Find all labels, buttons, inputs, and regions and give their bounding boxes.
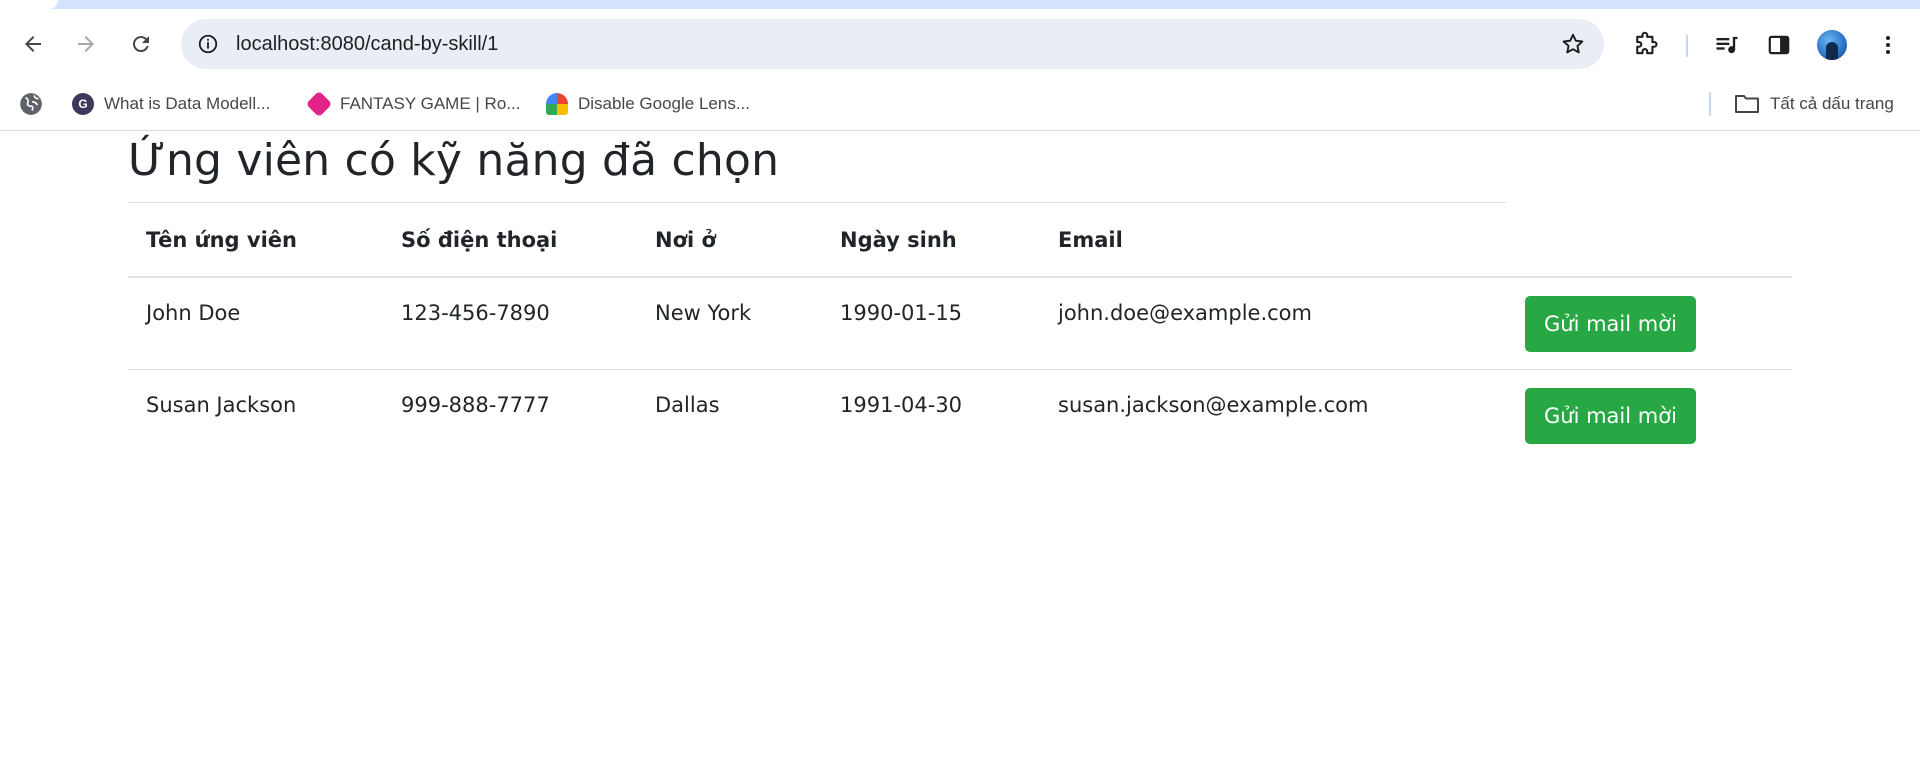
browser-toolbar — [0, 9, 1920, 79]
table-header-row: Tên ứng viên Số điện thoại Nơi ở Ngày si… — [128, 202, 1792, 278]
bookmark-star-button[interactable] — [1560, 31, 1586, 57]
reload-icon — [132, 36, 149, 53]
side-panel-button[interactable] — [1764, 30, 1794, 60]
fantasy-game-favicon-icon — [305, 90, 333, 118]
bookmark-item[interactable]: Disable Google Lens... — [546, 89, 750, 119]
send-invite-button[interactable]: Gửi mail mời — [1525, 296, 1696, 352]
page-title: Ứng viên có kỹ năng đã chọn — [128, 135, 780, 186]
column-header-location: Nơi ở — [637, 202, 822, 278]
puzzle-icon — [1636, 31, 1658, 55]
bookmark-label: FANTASY GAME | Ro... — [340, 94, 521, 113]
active-tab[interactable] — [0, 0, 58, 9]
bookmark-item[interactable]: FANTASY GAME | Ro... — [305, 89, 521, 119]
data-modelling-favicon-icon: G — [72, 93, 94, 115]
candidate-email: susan.jackson@example.com — [1058, 392, 1369, 417]
info-icon — [198, 34, 218, 54]
action-cell: Gửi mail mời — [1507, 277, 1792, 370]
globe-icon[interactable] — [18, 91, 44, 117]
bookmark-item[interactable]: G What is Data Modell... — [72, 89, 270, 119]
back-button[interactable] — [15, 26, 51, 62]
tab-strip-background — [270, 0, 1920, 9]
bookmark-label: Disable Google Lens... — [578, 94, 750, 113]
candidate-phone: 999-888-7777 — [401, 392, 550, 417]
profile-avatar[interactable] — [1817, 30, 1847, 60]
site-info-button[interactable] — [193, 29, 223, 59]
toolbar-divider — [1686, 35, 1688, 57]
table-row: John Doe 123-456-7890 New York 1990-01-1… — [128, 277, 1792, 370]
all-bookmarks-label: Tất cả dấu trang — [1770, 94, 1894, 113]
more-vertical-icon — [1886, 36, 1890, 54]
candidate-name: Susan Jackson — [146, 392, 297, 417]
bookmark-label: What is Data Modell... — [104, 94, 271, 113]
side-panel-icon — [1768, 35, 1790, 55]
candidate-name: John Doe — [128, 277, 383, 370]
url-input[interactable] — [236, 19, 1486, 69]
forward-button[interactable] — [68, 26, 104, 62]
candidates-table: Tên ứng viên Số điện thoại Nơi ở Ngày si… — [128, 202, 1792, 461]
arrow-right-icon — [78, 36, 94, 52]
page-content: Ứng viên có kỹ năng đã chọn Tên ứng viên… — [128, 131, 1792, 444]
column-header-name: Tên ứng viên — [128, 202, 383, 278]
bookmarks-bar: G What is Data Modell... FANTASY GAME | … — [0, 79, 1920, 131]
address-bar[interactable] — [181, 19, 1604, 69]
candidate-email: john.doe@example.com — [1040, 277, 1507, 370]
tab-strip — [0, 0, 1920, 9]
table-row: Susan Jackson 999-888-7777 Dallas 1991-0… — [128, 369, 1792, 461]
column-header-action — [1507, 202, 1792, 278]
column-header-email: Email — [1040, 202, 1507, 278]
column-header-phone: Số điện thoại — [383, 202, 637, 278]
candidate-dob: 1990-01-15 — [822, 277, 1040, 370]
column-header-dob: Ngày sinh — [822, 202, 1040, 278]
candidate-phone: 123-456-7890 — [383, 277, 637, 370]
folder-icon — [1735, 95, 1759, 113]
browser-menu-button[interactable] — [1873, 30, 1903, 60]
send-invite-button[interactable]: Gửi mail mời — [1525, 387, 1696, 444]
candidate-location: Dallas — [655, 392, 720, 417]
candidate-dob: 1991-04-30 — [840, 392, 963, 417]
reload-button[interactable] — [123, 26, 159, 62]
media-controls-button[interactable] — [1712, 30, 1742, 60]
google-lens-favicon-icon — [546, 93, 568, 115]
candidate-location: New York — [637, 277, 822, 370]
star-icon — [1562, 33, 1584, 54]
arrow-left-icon — [25, 36, 41, 52]
action-cell: Gửi mail mời — [1507, 369, 1792, 461]
playlist-music-icon — [1716, 36, 1738, 54]
all-bookmarks-button[interactable]: Tất cả dấu trang — [1734, 89, 1894, 119]
extensions-button[interactable] — [1631, 30, 1661, 60]
bookmarks-divider — [1709, 92, 1711, 116]
